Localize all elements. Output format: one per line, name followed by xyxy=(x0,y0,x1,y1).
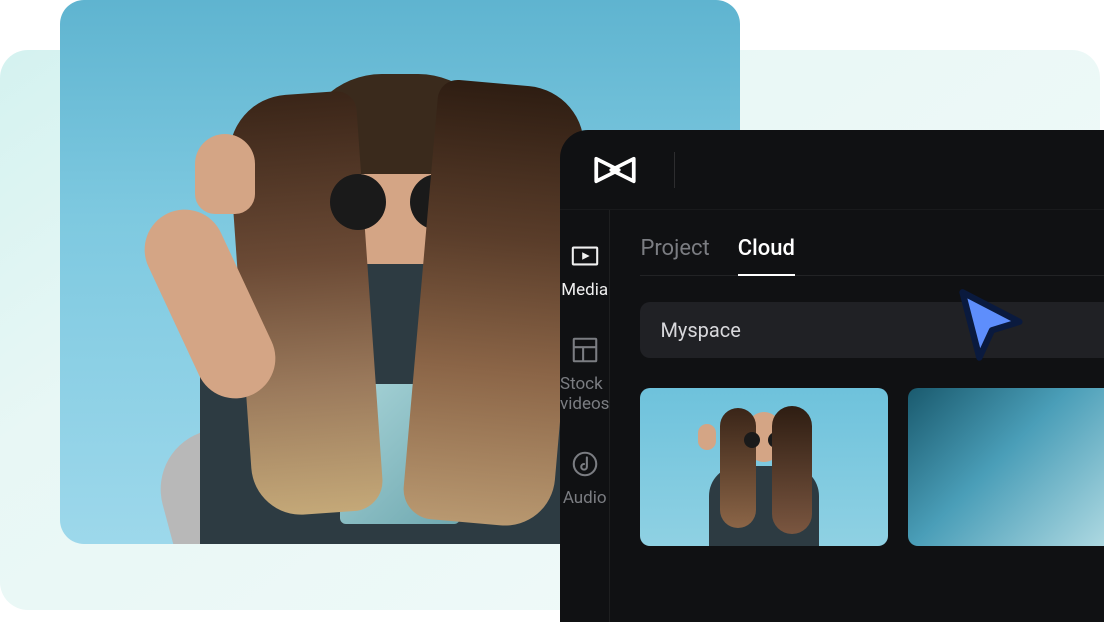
media-thumbnails xyxy=(640,388,1104,546)
sidebar-item-label: Stock videos xyxy=(560,374,609,414)
sidebar-item-label: Audio xyxy=(563,488,607,508)
sidebar-item-stock-videos[interactable]: Stock videos xyxy=(560,334,609,414)
tab-cloud[interactable]: Cloud xyxy=(738,236,795,275)
sidebar-item-audio[interactable]: Audio xyxy=(563,448,607,508)
main-panel: Project Cloud Myspace xyxy=(610,210,1104,622)
audio-icon xyxy=(569,448,601,480)
sidebar: Media Stock videos xyxy=(560,210,610,622)
media-thumbnail[interactable] xyxy=(908,388,1104,546)
topbar-divider xyxy=(674,152,675,188)
media-icon xyxy=(569,240,601,272)
space-select[interactable]: Myspace xyxy=(640,302,1104,358)
sidebar-item-label: Media xyxy=(561,280,608,300)
media-thumbnail[interactable] xyxy=(640,388,888,546)
sidebar-item-media[interactable]: Media xyxy=(561,240,608,300)
stock-videos-icon xyxy=(569,334,601,366)
editor-topbar xyxy=(560,130,1104,210)
space-selected-label: Myspace xyxy=(660,318,740,342)
tabs: Project Cloud xyxy=(640,236,1104,276)
tab-project[interactable]: Project xyxy=(640,236,709,275)
app-logo-icon[interactable] xyxy=(594,155,636,185)
editor-panel: Media Stock videos xyxy=(560,130,1104,622)
